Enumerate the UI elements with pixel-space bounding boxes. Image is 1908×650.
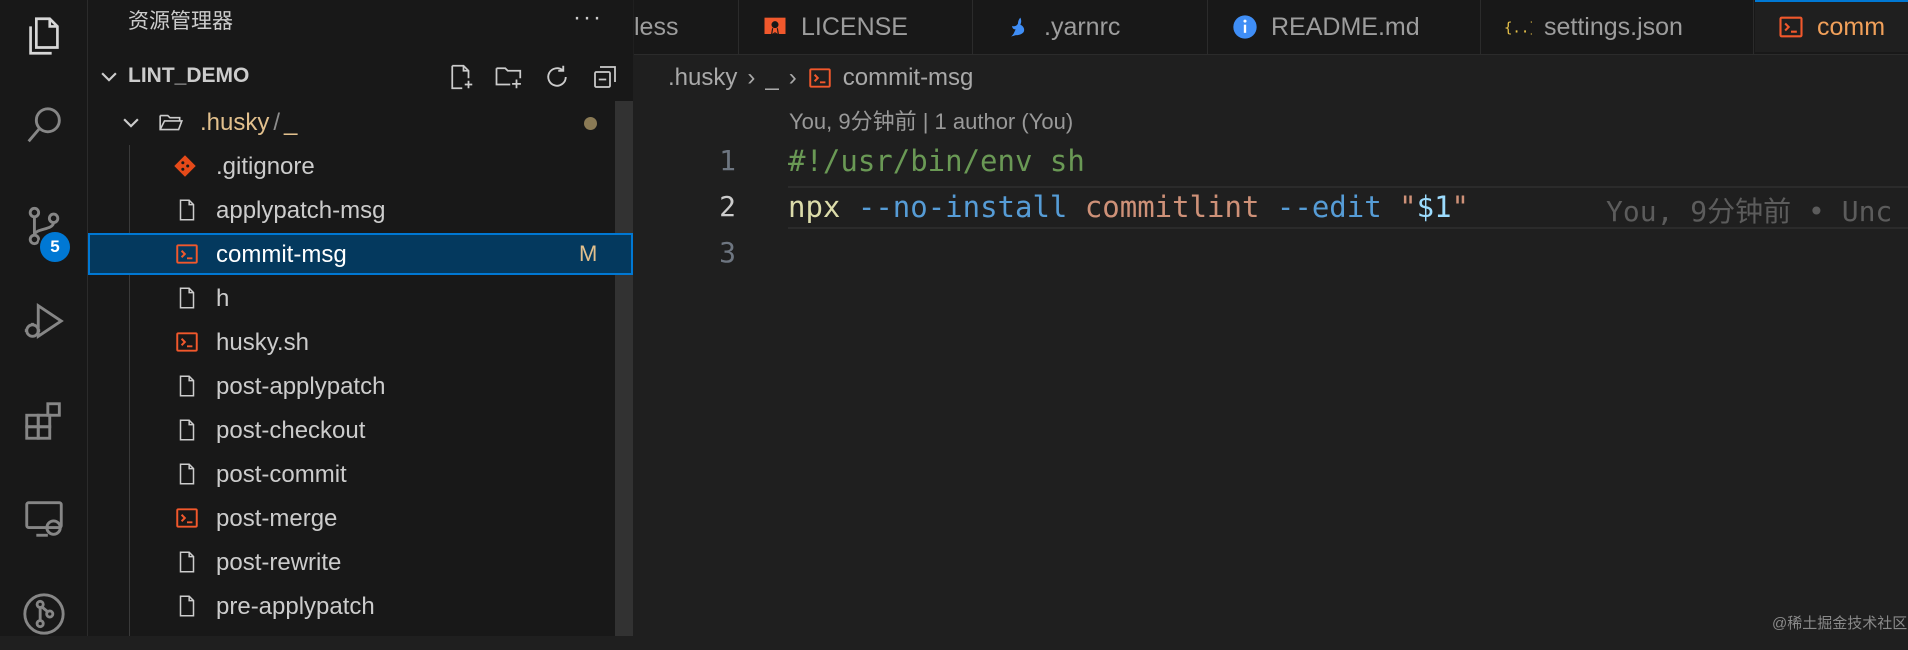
tab-label: settings.json xyxy=(1544,12,1683,41)
file-row[interactable]: post-rewrite xyxy=(88,541,633,583)
terminal-icon xyxy=(809,68,831,88)
explorer-icon[interactable] xyxy=(0,0,87,72)
folder-label: .husky / _ xyxy=(200,109,298,136)
file-icon xyxy=(179,199,195,221)
editor-tabs: less LICENSE .yarnrc README.md {..} sett… xyxy=(634,0,1908,55)
file-icon xyxy=(179,463,195,485)
file-row[interactable]: h xyxy=(88,277,633,319)
tab-label: README.md xyxy=(1271,12,1420,41)
file-row[interactable]: post-checkout xyxy=(88,409,633,451)
git-graph-icon[interactable] xyxy=(0,578,87,650)
code-line: 1 #!/usr/bin/env sh xyxy=(634,140,1908,185)
chevron-right-icon: › xyxy=(747,64,756,91)
file-label: applypatch-msg xyxy=(216,197,386,224)
file-label: post-rewrite xyxy=(216,549,342,576)
modified-status-badge: M xyxy=(579,241,598,266)
chevron-down-icon xyxy=(123,118,139,128)
file-row[interactable]: husky.sh xyxy=(88,321,633,363)
breadcrumb-item[interactable]: commit-msg xyxy=(843,64,974,92)
code-text: npx --no-install commitlint --edit "$1" xyxy=(788,190,1470,224)
code-text: #!/usr/bin/env sh xyxy=(788,144,1085,178)
terminal-icon xyxy=(176,332,198,352)
file-row[interactable]: applypatch-msg xyxy=(88,189,633,231)
workspace-name: LINT_DEMO xyxy=(128,64,250,87)
modified-dot xyxy=(584,117,597,130)
refresh-icon[interactable] xyxy=(539,59,575,95)
scm-badge: 5 xyxy=(38,230,72,264)
tab-settings-json[interactable]: {..} settings.json xyxy=(1482,0,1754,54)
terminal-icon xyxy=(176,508,198,528)
explorer-sidebar: 资源管理器 ··· LINT_DEMO .husky / _ .gitignore … xyxy=(88,0,633,636)
tab-license[interactable]: LICENSE xyxy=(739,0,973,54)
file-row[interactable]: post-commit xyxy=(88,453,633,495)
tab-less[interactable]: less xyxy=(634,0,739,54)
line-number: 3 xyxy=(719,236,736,269)
code-line-current: 2 npx --no-install commitlint --edit "$1… xyxy=(634,186,1908,231)
inline-blame: You, 9分钟前 • Unc xyxy=(1606,195,1893,228)
run-debug-icon[interactable] xyxy=(0,285,87,357)
new-file-icon[interactable] xyxy=(443,59,479,95)
activity-bar: 5 xyxy=(0,0,88,636)
file-row[interactable]: post-applypatch xyxy=(88,365,633,407)
tab-readme[interactable]: README.md xyxy=(1209,0,1481,54)
file-row-selected[interactable]: commit-msg M xyxy=(88,233,633,275)
chevron-down-icon xyxy=(101,72,117,82)
remote-explorer-icon[interactable] xyxy=(0,482,87,554)
file-label: husky.sh xyxy=(216,329,309,356)
tab-commit-msg[interactable]: comm xyxy=(1755,0,1908,52)
terminal-icon xyxy=(176,244,198,264)
file-label: .gitignore xyxy=(216,153,315,180)
line-number: 2 xyxy=(719,190,736,223)
svg-text:{..}: {..} xyxy=(1504,20,1532,36)
file-label: commit-msg xyxy=(216,241,347,268)
breadcrumb-item[interactable]: _ xyxy=(765,64,778,92)
extensions-icon[interactable] xyxy=(0,385,87,457)
terminal-icon xyxy=(1777,13,1805,41)
file-label: post-merge xyxy=(216,505,338,532)
git-icon xyxy=(174,155,196,177)
tab-label: LICENSE xyxy=(801,12,908,41)
file-icon xyxy=(179,287,195,309)
file-label: h xyxy=(216,285,230,312)
workspace-section-header[interactable]: LINT_DEMO xyxy=(88,55,633,99)
explorer-actions xyxy=(443,59,623,95)
search-icon[interactable] xyxy=(0,90,87,162)
file-icon xyxy=(179,551,195,573)
codelens-blame[interactable]: You, 9分钟前 | 1 author (You) xyxy=(789,104,1073,136)
file-row[interactable]: pre-applypatch xyxy=(88,585,633,627)
license-icon xyxy=(761,13,789,41)
yarn-icon xyxy=(1004,13,1032,41)
file-icon xyxy=(179,419,195,441)
file-label: pre-applypatch xyxy=(216,593,375,620)
file-label: post-applypatch xyxy=(216,373,386,400)
chevron-right-icon: › xyxy=(788,64,797,91)
file-icon xyxy=(179,595,195,617)
tab-label: .yarnrc xyxy=(1044,12,1121,41)
file-row[interactable]: .gitignore xyxy=(88,145,633,187)
json-icon: {..} xyxy=(1504,13,1532,41)
info-icon xyxy=(1231,13,1259,41)
breadcrumb-item[interactable]: .husky xyxy=(668,64,737,92)
more-actions-icon[interactable]: ··· xyxy=(573,4,603,32)
tab-label: comm xyxy=(1817,12,1886,41)
sidebar-title: 资源管理器 xyxy=(128,9,233,33)
file-label: post-checkout xyxy=(216,417,366,444)
new-folder-icon[interactable] xyxy=(491,59,527,95)
folder-row-husky[interactable]: .husky / _ xyxy=(88,101,633,143)
collapse-all-icon[interactable] xyxy=(587,59,623,95)
file-row[interactable]: post-merge xyxy=(88,497,633,539)
code-line: 3 xyxy=(634,232,1908,277)
tab-yarnrc[interactable]: .yarnrc xyxy=(974,0,1208,54)
line-number: 1 xyxy=(719,144,736,177)
file-label: post-commit xyxy=(216,461,347,488)
tab-label: less xyxy=(634,12,679,41)
file-icon xyxy=(179,375,195,397)
watermark: @稀土掘金技术社区 xyxy=(1772,615,1908,632)
breadcrumb: .husky › _ › commit-msg xyxy=(668,60,973,96)
folder-open-icon xyxy=(159,114,184,131)
